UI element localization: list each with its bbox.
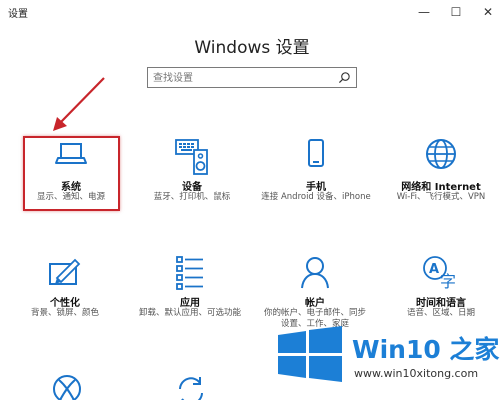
tile-description: 背景、锁屏、颜色 [30, 308, 99, 318]
tile-description: 连接 Android 设备、iPhone [261, 192, 371, 202]
tile-label: 应用 [180, 298, 200, 309]
window-controls: — ☐ ✕ [408, 0, 504, 24]
update-icon[interactable] [171, 373, 211, 400]
windows-logo-icon [278, 326, 342, 382]
search-box[interactable] [147, 67, 357, 88]
tile-label: 个性化 [50, 298, 80, 309]
highlight-box [23, 136, 120, 211]
search-input[interactable] [153, 71, 333, 85]
minimize-button[interactable]: — [408, 0, 440, 24]
tile-label: 设备 [182, 182, 202, 193]
globe-icon [426, 139, 456, 169]
tile-network[interactable]: 网络和 Internet Wi-Fi、飞行模式、VPN [386, 138, 496, 210]
tile-description: 卸载、默认应用、可选功能 [138, 308, 241, 318]
apps-icon [176, 256, 203, 290]
xbox-icon[interactable] [47, 373, 87, 400]
tile-phone[interactable]: 手机 连接 Android 设备、iPhone [261, 138, 371, 210]
tile-description: 蓝牙、打印机、鼠标 [153, 192, 231, 202]
tile-devices[interactable]: 设备 蓝牙、打印机、鼠标 [137, 138, 247, 210]
time-language-icon: A 字 [423, 256, 456, 291]
app-title: 设置 [8, 9, 28, 20]
personalization-icon [49, 258, 81, 285]
watermark-name: Win10 之家 [352, 335, 500, 364]
title-bar: 设置 — ☐ ✕ [0, 0, 504, 24]
tile-apps[interactable]: 应用 卸载、默认应用、可选功能 [135, 254, 245, 326]
close-button[interactable]: ✕ [472, 0, 504, 24]
tile-accounts[interactable]: 帐户 你的帐户、电子邮件、同步设置、工作、家庭 [260, 254, 370, 329]
tile-label: 网络和 Internet [401, 182, 481, 193]
watermark: Win10 之家 www.win10xitong.com [272, 322, 504, 400]
search-icon[interactable] [338, 71, 351, 84]
tile-time-language[interactable]: A 字 时间和语言 语音、区域、日期 [386, 254, 496, 326]
tile-description: 语音、区域、日期 [406, 308, 475, 318]
page-title: Windows 设置 [194, 38, 310, 58]
tile-personalization[interactable]: 个性化 背景、锁屏、颜色 [10, 254, 120, 326]
maximize-button[interactable]: ☐ [440, 0, 472, 24]
phone-icon [308, 139, 324, 167]
tile-description: Wi-Fi、飞行模式、VPN [396, 192, 486, 202]
svg-text:A: A [429, 262, 439, 277]
watermark-url: www.win10xitong.com [354, 367, 479, 380]
devices-icon [175, 139, 208, 175]
tile-label: 时间和语言 [416, 298, 466, 309]
account-icon [301, 257, 329, 289]
tile-label: 手机 [306, 182, 326, 193]
tile-label: 帐户 [305, 298, 325, 309]
svg-text:字: 字 [440, 272, 456, 291]
